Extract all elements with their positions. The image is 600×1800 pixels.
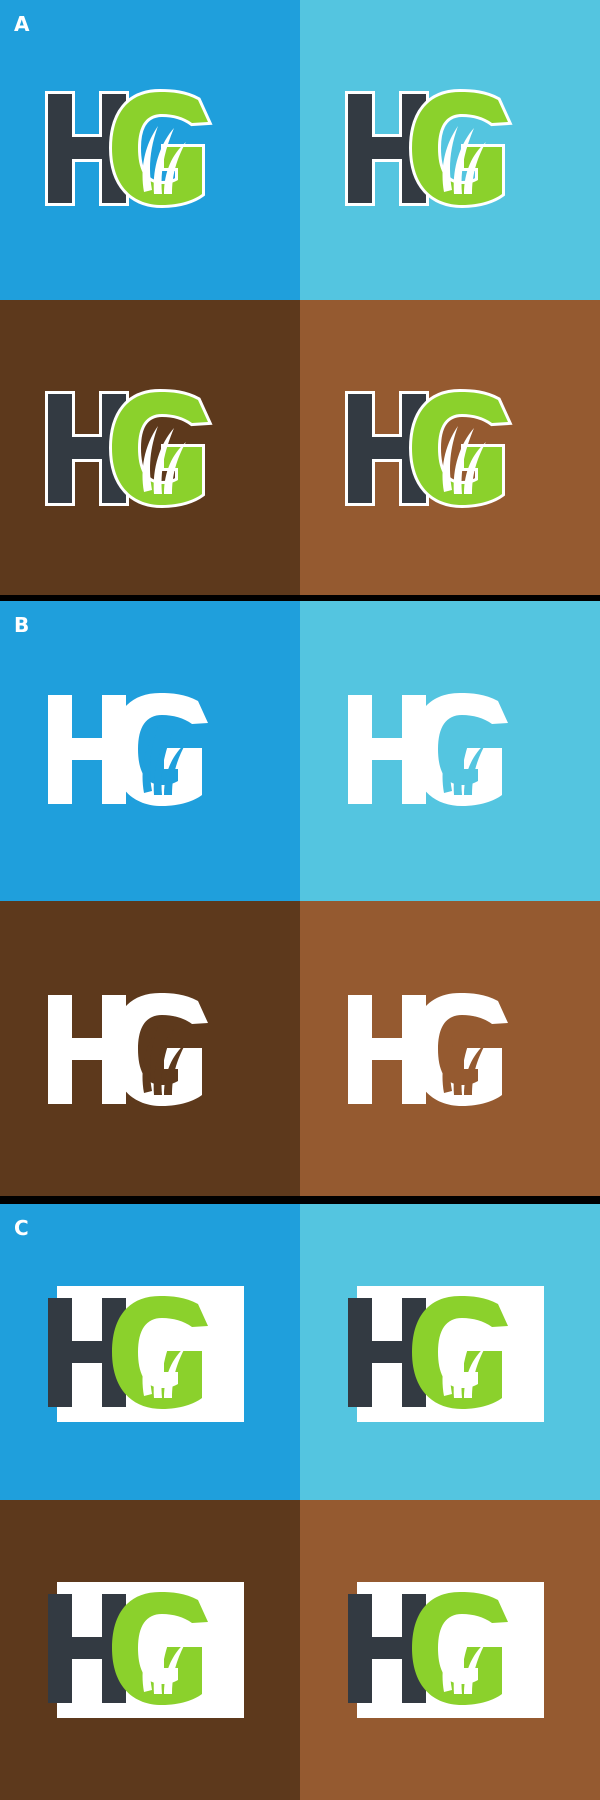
hg-logo-outlined [340, 360, 560, 540]
section-label-a: A [14, 12, 30, 36]
tile-blue [0, 601, 300, 901]
hg-logo-boxed [348, 1592, 508, 1705]
logo-white-box [348, 1582, 544, 1718]
tile-dark-brown [0, 901, 300, 1196]
tile-blue [0, 1204, 300, 1500]
tile-brown [300, 1500, 600, 1800]
tile-dark-brown [0, 1500, 300, 1800]
hg-logo-boxed [48, 1592, 208, 1705]
logo-white-box [348, 1286, 544, 1422]
tile-light-blue [300, 0, 600, 300]
section-label-b: B [14, 613, 30, 637]
hg-logo-white [348, 993, 508, 1106]
section-b: B [0, 601, 600, 1196]
section-c: C [0, 1204, 600, 1800]
tile-light-blue [300, 1204, 600, 1500]
hg-logo-boxed [348, 1296, 508, 1409]
tile-blue [0, 0, 300, 300]
hg-logo-outlined [40, 360, 260, 540]
section-label-c: C [14, 1216, 29, 1240]
hg-logo-outlined [340, 60, 560, 240]
hg-logo-white [348, 693, 508, 806]
tile-brown [300, 901, 600, 1196]
hg-logo-outlined [40, 60, 260, 240]
hg-logo-boxed [48, 1296, 208, 1409]
tile-brown [300, 300, 600, 595]
hg-logo-white [48, 993, 208, 1106]
tile-dark-brown [0, 300, 300, 595]
logo-white-box [48, 1582, 244, 1718]
logo-white-box [48, 1286, 244, 1422]
hg-logo-white [48, 693, 208, 806]
tile-light-blue [300, 601, 600, 901]
section-a: A [0, 0, 600, 595]
logo-variations-sheet: A B C [0, 0, 600, 1800]
